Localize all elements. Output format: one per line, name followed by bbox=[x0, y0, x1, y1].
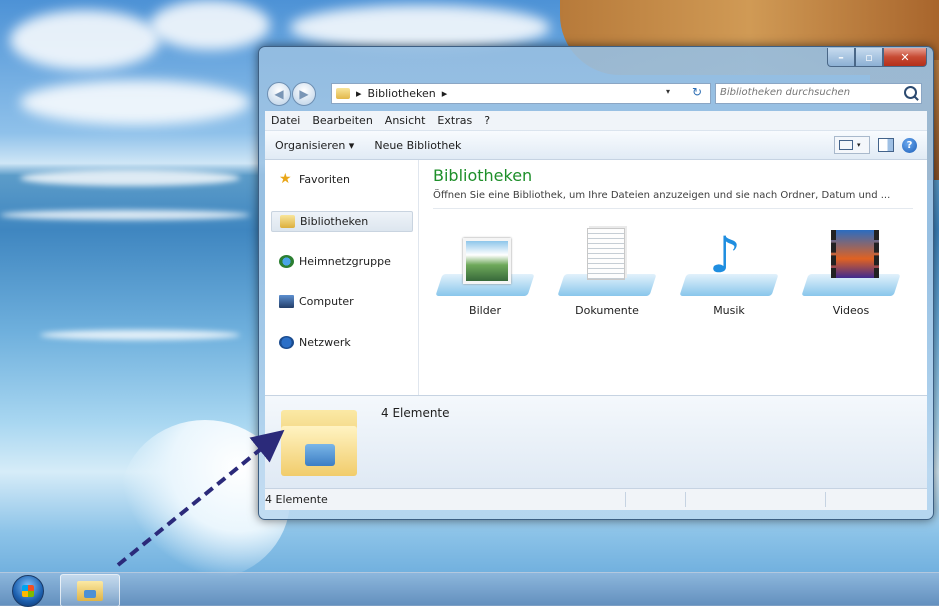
status-bar: 4 Elemente bbox=[265, 488, 927, 510]
start-button[interactable] bbox=[12, 575, 44, 607]
libraries-folder-icon bbox=[280, 215, 295, 228]
view-icon bbox=[839, 140, 853, 150]
menu-tools[interactable]: Extras bbox=[431, 114, 478, 127]
back-button[interactable]: ◀ bbox=[267, 82, 291, 106]
computer-icon bbox=[279, 295, 294, 308]
libraries-folder-icon bbox=[77, 581, 103, 601]
explorer-window: – ▫ ✕ ◀ ▶ ▸ Bibliotheken ▸ ▾ ↻ Datei Bea… bbox=[258, 46, 934, 520]
nav-item-label: Netzwerk bbox=[299, 336, 351, 349]
status-divider bbox=[825, 492, 826, 507]
library-videos[interactable]: Videos bbox=[801, 224, 901, 324]
view-controls: ▾ ? bbox=[834, 136, 917, 154]
nav-item-network[interactable]: Netzwerk bbox=[271, 333, 411, 352]
breadcrumb-separator[interactable]: ▸ bbox=[442, 87, 448, 100]
details-pane: 4 Elemente bbox=[265, 395, 927, 488]
item-count: 4 Elemente bbox=[381, 406, 450, 420]
address-dropdown[interactable]: ▾ bbox=[666, 87, 670, 96]
music-note-icon: ♪ bbox=[709, 226, 741, 284]
menu-edit[interactable]: Bearbeiten bbox=[306, 114, 378, 127]
divider bbox=[433, 208, 913, 209]
nav-item-label: Favoriten bbox=[299, 173, 350, 186]
maximize-button[interactable]: ▫ bbox=[855, 48, 883, 67]
status-item-count: 4 Elemente bbox=[265, 493, 328, 506]
wave bbox=[40, 330, 240, 340]
wave bbox=[0, 210, 250, 220]
nav-item-libraries[interactable]: Bibliotheken bbox=[271, 211, 413, 232]
refresh-button[interactable]: ↻ bbox=[687, 85, 707, 101]
command-bar: Organisieren ▾ Neue Bibliothek ▾ ? bbox=[265, 131, 927, 160]
pictures-icon bbox=[463, 238, 511, 284]
page-subtitle: Öffnen Sie eine Bibliothek, um Ihre Date… bbox=[433, 190, 891, 201]
library-label: Dokumente bbox=[575, 304, 639, 317]
library-music[interactable]: ♪ Musik bbox=[679, 224, 779, 324]
new-library-button[interactable]: Neue Bibliothek bbox=[364, 139, 471, 152]
menu-help[interactable]: ? bbox=[478, 114, 496, 127]
folder-window-overlay bbox=[305, 444, 335, 466]
taskbar-explorer-button[interactable] bbox=[60, 574, 120, 607]
library-label: Bilder bbox=[469, 304, 501, 317]
cloud bbox=[20, 80, 250, 125]
documents-icon bbox=[587, 228, 625, 280]
organize-button[interactable]: Organisieren ▾ bbox=[265, 139, 364, 152]
nav-item-homegroup[interactable]: Heimnetzgruppe bbox=[271, 252, 411, 271]
content-pane: Bibliotheken Öffnen Sie eine Bibliothek,… bbox=[425, 160, 925, 395]
change-view-button[interactable]: ▾ bbox=[834, 136, 870, 154]
nav-item-label: Heimnetzgruppe bbox=[299, 255, 391, 268]
window-controls: – ▫ ✕ bbox=[827, 48, 927, 67]
cloud bbox=[10, 10, 160, 70]
navigation-pane: ★ Favoriten Bibliotheken Heimnetzgruppe … bbox=[265, 160, 419, 395]
network-icon bbox=[279, 336, 294, 349]
cloud bbox=[290, 5, 550, 50]
libraries-folder-icon bbox=[336, 88, 350, 99]
breadcrumb-separator[interactable]: ▸ bbox=[356, 87, 362, 100]
breadcrumb-libraries[interactable]: Bibliotheken bbox=[368, 87, 436, 100]
menu-bar: Datei Bearbeiten Ansicht Extras ? bbox=[265, 111, 927, 131]
nav-item-label: Bibliotheken bbox=[300, 215, 369, 228]
nav-item-computer[interactable]: Computer bbox=[271, 292, 411, 311]
wave bbox=[20, 170, 240, 186]
page-title: Bibliotheken bbox=[433, 166, 533, 185]
close-button[interactable]: ✕ bbox=[883, 48, 927, 67]
star-icon: ★ bbox=[279, 171, 292, 187]
library-label: Musik bbox=[713, 304, 745, 317]
videos-icon bbox=[831, 230, 879, 278]
search-box[interactable] bbox=[715, 83, 922, 104]
library-documents[interactable]: Dokumente bbox=[557, 224, 657, 324]
title-bar[interactable]: – ▫ ✕ bbox=[259, 47, 933, 75]
help-icon[interactable]: ? bbox=[902, 137, 917, 153]
search-icon[interactable] bbox=[904, 86, 917, 99]
nav-item-favorites[interactable]: ★ Favoriten bbox=[271, 170, 411, 189]
libraries-large-icon bbox=[281, 404, 359, 480]
minimize-button[interactable]: – bbox=[827, 48, 855, 67]
taskbar bbox=[0, 572, 939, 607]
navigation-bar: ◀ ▶ ▸ Bibliotheken ▸ ▾ ↻ bbox=[265, 81, 927, 106]
search-input[interactable] bbox=[716, 84, 904, 101]
status-divider bbox=[625, 492, 626, 507]
nav-item-label: Computer bbox=[299, 295, 354, 308]
menu-file[interactable]: Datei bbox=[265, 114, 306, 127]
explorer-body: ★ Favoriten Bibliotheken Heimnetzgruppe … bbox=[265, 160, 927, 395]
forward-button[interactable]: ▶ bbox=[292, 82, 316, 106]
library-pictures[interactable]: Bilder bbox=[435, 224, 535, 324]
status-divider bbox=[685, 492, 686, 507]
library-label: Videos bbox=[832, 304, 870, 317]
view-dropdown-icon[interactable]: ▾ bbox=[857, 141, 861, 149]
preview-pane-icon[interactable] bbox=[878, 138, 894, 152]
address-bar[interactable]: ▸ Bibliotheken ▸ ▾ ↻ bbox=[331, 83, 711, 104]
menu-view[interactable]: Ansicht bbox=[379, 114, 432, 127]
cloud bbox=[150, 0, 270, 50]
homegroup-icon bbox=[279, 255, 294, 268]
